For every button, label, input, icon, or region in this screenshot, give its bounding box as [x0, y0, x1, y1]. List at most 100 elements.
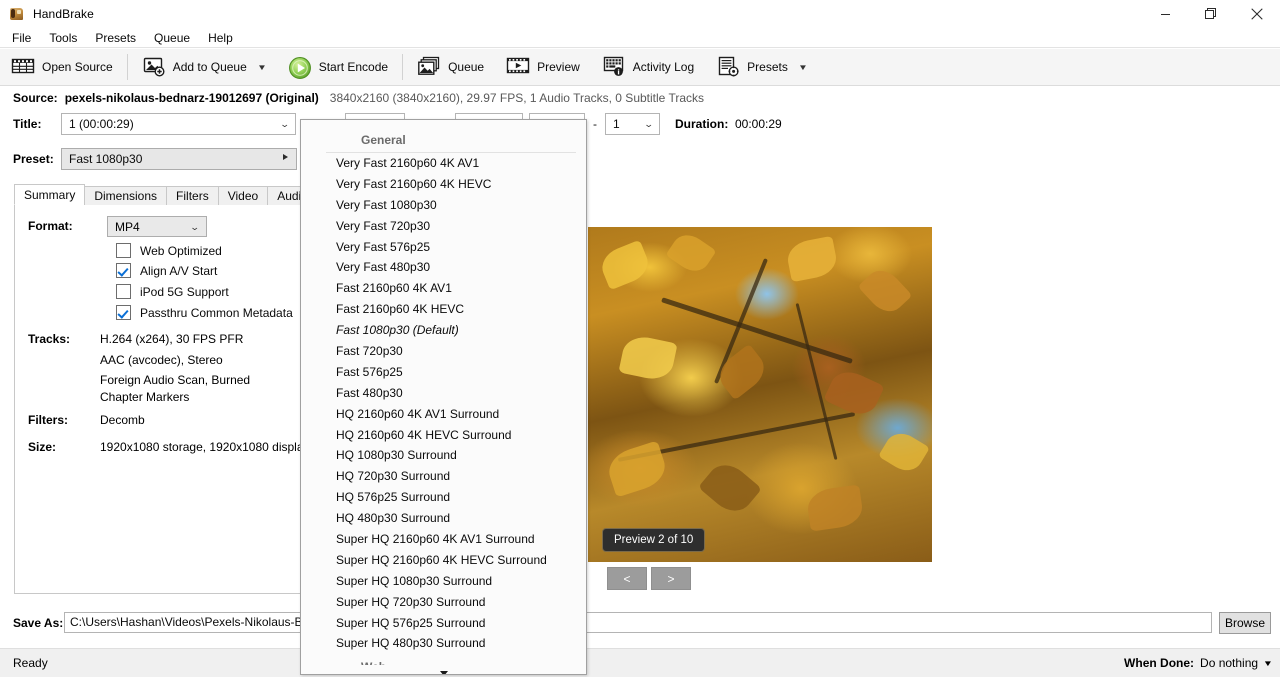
presets-icon [716, 56, 740, 78]
preset-item[interactable]: Fast 480p30 [301, 383, 586, 404]
preset-item[interactable]: Very Fast 576p25 [301, 237, 586, 258]
filters-label: Filters: [28, 413, 69, 427]
web-optimized-row[interactable]: Web Optimized [116, 243, 222, 258]
maximize-button[interactable] [1188, 0, 1234, 28]
menu-presets[interactable]: Presets [86, 29, 145, 47]
passthru-metadata-checkbox[interactable] [116, 305, 131, 320]
track-line-3: Foreign Audio Scan, Burned [100, 373, 251, 387]
preset-scroll-down-button[interactable] [301, 665, 586, 674]
ipod-5g-support-label: iPod 5G Support [140, 284, 229, 299]
menu-help[interactable]: Help [199, 29, 242, 47]
range-end-select[interactable]: 1 ⌄ [605, 113, 660, 135]
format-select[interactable]: MP4 ⌄ [107, 216, 207, 237]
tab-video[interactable]: Video [217, 186, 269, 205]
range-end-value: 1 [613, 117, 620, 131]
start-encode-button[interactable]: Start Encode [277, 50, 399, 84]
preset-dropdown-popup: General Very Fast 2160p60 4K AV1 Very Fa… [300, 119, 587, 675]
preset-item[interactable]: Very Fast 2160p60 4K HEVC [301, 174, 586, 195]
open-source-label: Open Source [42, 60, 113, 74]
preset-label: Preset: [13, 152, 54, 166]
window-title: HandBrake [33, 7, 94, 21]
title-select[interactable]: 1 (00:00:29) ⌄ [61, 113, 296, 135]
preset-item[interactable]: Fast 2160p60 4K HEVC [301, 299, 586, 320]
web-optimized-checkbox[interactable] [116, 243, 131, 258]
menu-tools[interactable]: Tools [40, 29, 86, 47]
preview-icon [506, 56, 530, 78]
save-as-input[interactable]: C:\Users\Hashan\Videos\Pexels-Nikolaus-B… [64, 612, 1212, 633]
preset-group-header-general: General [326, 127, 576, 153]
source-meta: 3840x2160 (3840x2160), 29.97 FPS, 1 Audi… [329, 91, 705, 105]
preset-item[interactable]: Super HQ 2160p60 4K AV1 Surround [301, 529, 586, 550]
save-as-label: Save As: [13, 616, 64, 630]
source-name: pexels-nikolaus-bednarz-19012697 (Origin… [64, 91, 319, 105]
preview-label: Preview [537, 60, 580, 74]
preset-item[interactable]: HQ 2160p60 4K AV1 Surround [301, 404, 586, 425]
preset-item[interactable]: Super HQ 1080p30 Surround [301, 571, 586, 592]
close-button[interactable] [1234, 0, 1280, 28]
tab-filters[interactable]: Filters [166, 186, 219, 205]
preset-item[interactable]: Very Fast 720p30 [301, 216, 586, 237]
duration-label: Duration: [675, 117, 729, 131]
queue-icon [417, 56, 441, 78]
preview-pane: Preview 2 of 10 < > [586, 204, 1266, 594]
preset-item[interactable]: Super HQ 576p25 Surround [301, 613, 586, 634]
handbrake-icon [9, 6, 25, 22]
size-label: Size: [28, 440, 57, 454]
range-separator: - [593, 117, 597, 131]
minimize-button[interactable] [1142, 0, 1188, 28]
start-encode-icon [288, 56, 312, 79]
add-to-queue-button[interactable]: Add to Queue ▼ [131, 50, 277, 84]
format-select-value: MP4 [115, 219, 140, 234]
tab-dimensions[interactable]: Dimensions [84, 186, 168, 205]
preset-item[interactable]: Super HQ 480p30 Surround [301, 633, 586, 654]
passthru-metadata-label: Passthru Common Metadata [140, 305, 293, 320]
preset-item[interactable]: Fast 576p25 [301, 362, 586, 383]
title-bar: HandBrake [0, 0, 1280, 28]
open-source-button[interactable]: Open Source [0, 50, 124, 84]
align-av-start-row[interactable]: Align A/V Start [116, 263, 217, 278]
preset-item[interactable]: HQ 1080p30 Surround [301, 445, 586, 466]
preview-prev-button[interactable]: < [607, 567, 647, 590]
presets-button[interactable]: Presets ▼ [705, 50, 818, 84]
when-done-control[interactable]: When Done: Do nothing ▼ [1124, 656, 1273, 670]
preview-counter-badge: Preview 2 of 10 [602, 528, 706, 552]
track-line-1: H.264 (x264), 30 FPS PFR [100, 332, 244, 346]
ipod-5g-support-row[interactable]: iPod 5G Support [116, 284, 229, 299]
preset-item[interactable]: HQ 720p30 Surround [301, 466, 586, 487]
preset-item[interactable]: Super HQ 720p30 Surround [301, 592, 586, 613]
preset-item-default[interactable]: Fast 1080p30 (Default) [301, 320, 586, 341]
preset-select[interactable]: Fast 1080p30 [61, 148, 297, 170]
preset-item[interactable]: Fast 720p30 [301, 341, 586, 362]
preview-image[interactable]: Preview 2 of 10 [588, 227, 932, 562]
align-av-start-checkbox[interactable] [116, 263, 131, 278]
preset-item[interactable]: Very Fast 2160p60 4K AV1 [301, 153, 586, 174]
tab-summary[interactable]: Summary [14, 184, 86, 205]
preset-item[interactable]: Fast 2160p60 4K AV1 [301, 278, 586, 299]
preset-item[interactable]: Very Fast 480p30 [301, 257, 586, 278]
menu-queue[interactable]: Queue [145, 29, 199, 47]
align-av-start-label: Align A/V Start [140, 263, 218, 278]
title-label: Title: [13, 117, 42, 131]
preset-item[interactable]: Very Fast 1080p30 [301, 195, 586, 216]
handbrake-window: HandBrake File Tools Presets Queue Help … [0, 0, 1280, 677]
preset-item[interactable]: HQ 2160p60 4K HEVC Surround [301, 425, 586, 446]
chevron-down-icon-presets[interactable]: ▼ [798, 63, 808, 72]
preset-item[interactable]: HQ 576p25 Surround [301, 487, 586, 508]
preset-item[interactable]: Super HQ 2160p60 4K HEVC Surround [301, 550, 586, 571]
queue-button[interactable]: Queue [406, 50, 495, 84]
browse-button[interactable]: Browse [1219, 612, 1271, 634]
track-line-2: AAC (avcodec), Stereo [100, 353, 223, 367]
start-encode-label: Start Encode [318, 60, 389, 74]
ipod-5g-support-checkbox[interactable] [116, 284, 131, 299]
save-as-row: Save As: C:\Users\Hashan\Videos\Pexels-N… [0, 612, 1280, 636]
activity-log-button[interactable]: Activity Log [591, 50, 705, 84]
add-to-queue-label: Add to Queue [172, 60, 247, 74]
passthru-metadata-row[interactable]: Passthru Common Metadata [116, 305, 293, 320]
toolbar-separator-2 [402, 54, 404, 80]
chevron-down-icon-range: ⌄ [644, 119, 655, 129]
preset-item[interactable]: HQ 480p30 Surround [301, 508, 586, 529]
menu-file[interactable]: File [3, 29, 40, 47]
chevron-down-icon[interactable]: ▼ [257, 63, 267, 72]
preview-next-button[interactable]: > [651, 567, 691, 590]
preview-button[interactable]: Preview [495, 50, 591, 84]
